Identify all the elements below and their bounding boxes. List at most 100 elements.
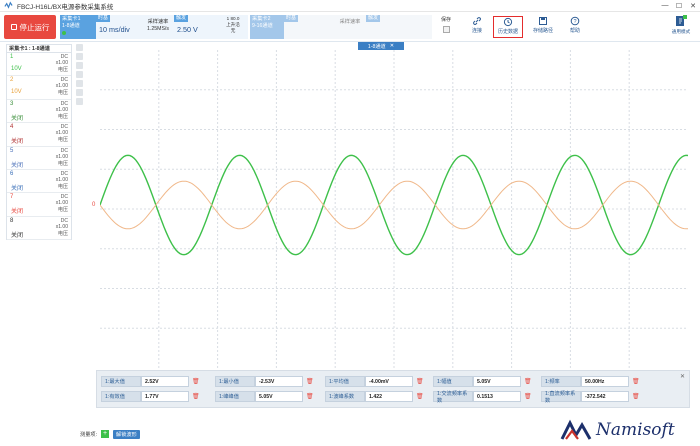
trigger-settings[interactable]: 1 80.0 上升沿 无 (218, 15, 248, 39)
channel-number: 6 (10, 170, 14, 177)
measurement-label: 1:波峰系数 (325, 391, 365, 402)
measurement-label: 1:平均值 (325, 376, 365, 387)
delete-icon[interactable]: 🗑 (192, 393, 200, 400)
channel-state: 关闭 (11, 209, 24, 216)
help-button[interactable]: ? 帮助 (560, 16, 590, 38)
sample-rate-box[interactable]: 采样速率 1.25MS/s (142, 15, 174, 39)
stop-icon (10, 24, 17, 30)
measurement-value: -2.53V (255, 376, 303, 387)
channel-number: 3 (10, 100, 14, 107)
measurement-label: 1:最大值 (101, 376, 141, 387)
history-data-button[interactable]: 历史数据 (493, 16, 523, 38)
save-option[interactable]: 保存 (438, 16, 454, 38)
delete-icon[interactable]: 🗑 (306, 378, 314, 385)
measurement-value: -4.00mV (365, 376, 413, 387)
storage-path-button[interactable]: 存储路径 (528, 16, 558, 38)
mode-logo-icon (676, 15, 687, 26)
channel-type: 电压 (57, 113, 68, 120)
channel-state: 关闭 (11, 232, 24, 239)
add-measure-button[interactable]: + (101, 430, 110, 438)
stop-run-button[interactable]: 停止运行 (4, 15, 56, 39)
channel-row[interactable]: 8 DC x1.00 电压 关闭 (7, 217, 71, 241)
channel-row[interactable]: 3 DC x1.00 电压 关闭 (7, 100, 71, 124)
measurement-item: 1:峰峰值 5.05V 🗑 (215, 391, 314, 402)
measurement-value: 5.05V (473, 376, 521, 387)
delete-icon[interactable]: 🗑 (632, 378, 640, 385)
measurement-value: 2.52V (141, 376, 189, 387)
delete-icon[interactable]: 🗑 (524, 393, 532, 400)
delete-icon[interactable]: 🗑 (306, 393, 314, 400)
save-checkbox[interactable] (442, 26, 450, 33)
namisoft-logo-icon (560, 419, 592, 440)
channel-row[interactable]: 7 DC x1.00 电压 关闭 (7, 193, 71, 217)
sample-rate-value: 1.25MS/s (147, 26, 169, 32)
channel-state: 关闭 (11, 185, 24, 192)
unlock-wave-button[interactable]: 解锁波形 (113, 429, 140, 439)
link-icon (473, 17, 481, 25)
sample-rate-box-2[interactable]: 采样速率 (334, 15, 366, 39)
channel-row[interactable]: 4 DC x1.00 电压 关闭 (7, 123, 71, 147)
measurement-label: 1:幅值 (433, 376, 473, 387)
minimize-icon[interactable]: — (658, 0, 672, 12)
channel-row[interactable]: 1 DC x1.00 电压 10V (7, 53, 71, 77)
measurement-label: 1:交流频率系数 (433, 391, 473, 404)
side-tool-3[interactable] (76, 62, 83, 69)
delete-icon[interactable]: 🗑 (192, 378, 200, 385)
title-bar: FBCJ-H16L/BX电源参数采集系统 — ☐ ✕ (0, 0, 700, 12)
side-tool-2[interactable] (76, 53, 83, 60)
save-path-icon (539, 17, 547, 25)
waveform-plot[interactable] (100, 50, 688, 368)
history-icon (503, 17, 513, 27)
channel-state: 关闭 (11, 139, 24, 146)
toolbar: 停止运行 采集卡1 1-8通道 时基 10 ms/div 采样速率 1.25MS… (0, 12, 700, 42)
connect-button[interactable]: 连接 (462, 16, 492, 38)
channel-row[interactable]: 5 DC x1.00 电压 关闭 (7, 147, 71, 170)
channel-number: 5 (10, 147, 14, 154)
channel-row[interactable]: 2 DC x1.00 电压 10V (7, 76, 71, 100)
tab-channels-1-8[interactable]: 1-8通道 ✕ (358, 42, 404, 50)
side-tool-5[interactable] (76, 80, 83, 87)
delete-icon[interactable]: 🗑 (632, 393, 640, 400)
measurement-label: 1:直流频率系数 (541, 391, 581, 404)
measurement-item: 1:平均值 -4.00mV 🗑 (325, 376, 424, 387)
measurement-value: -372.542 (581, 391, 629, 402)
side-tool-6[interactable] (76, 89, 83, 96)
timebase-box-2[interactable]: 时基 (284, 15, 334, 39)
general-mode-button[interactable]: 通用模式 (668, 14, 694, 40)
channel-type: 电压 (57, 137, 68, 144)
timebase-box[interactable]: 时基 10 ms/div (96, 15, 142, 39)
acq-card-1[interactable]: 采集卡1 1-8通道 (60, 15, 96, 39)
acq-card-2[interactable]: 采集卡2 9-16通道 (250, 15, 284, 39)
close-icon[interactable]: ✕ (686, 0, 700, 12)
side-tool-7[interactable] (76, 98, 83, 105)
side-tool-4[interactable] (76, 71, 83, 78)
measurement-value: 50.00Hz (581, 376, 629, 387)
status-ok-icon (62, 30, 66, 35)
delete-icon[interactable]: 🗑 (416, 393, 424, 400)
trigger-box[interactable]: 触发 2.50 V (174, 15, 218, 39)
delete-icon[interactable]: 🗑 (416, 378, 424, 385)
trigger-value: 2.50 V (177, 25, 198, 34)
channel-type: 电压 (57, 160, 68, 167)
channel-type: 电压 (57, 230, 68, 237)
trigger-box-2[interactable]: 触发 (366, 15, 432, 39)
measurement-panel: 1:最大值 2.52V 🗑 1:最小值 -2.53V 🗑 1:平均值 -4.00mV 🗑 1:幅值… (96, 370, 690, 408)
close-measure-icon[interactable]: ✕ (680, 373, 685, 380)
window-title: FBCJ-H16L/BX电源参数采集系统 (17, 3, 114, 11)
channel-number: 4 (10, 124, 14, 131)
measurement-item: 1:幅值 5.05V 🗑 (433, 376, 532, 387)
measurement-label: 1:峰峰值 (215, 391, 255, 402)
channel-panel: 采集卡1 : 1-8通道 1 DC x1.00 电压 10V 2 DC x1.00 电压 10V 3… (6, 44, 72, 241)
measurement-item: 1:直流频率系数 -372.542 🗑 (541, 391, 640, 404)
channel-state: 关闭 (11, 162, 24, 169)
channel-state: 10V (11, 66, 22, 72)
close-tab-icon[interactable]: ✕ (390, 43, 394, 49)
maximize-icon[interactable]: ☐ (672, 0, 686, 12)
bottom-bar: 测量项: + 解锁波形 (80, 428, 140, 440)
delete-icon[interactable]: 🗑 (524, 378, 532, 385)
channel-row[interactable]: 6 DC x1.00 电压 关闭 (7, 170, 71, 194)
channel-state: 10V (11, 89, 22, 96)
measurement-label: 1:频率 (541, 376, 581, 387)
channel-number: 2 (10, 77, 14, 84)
side-tool-1[interactable] (76, 44, 83, 51)
